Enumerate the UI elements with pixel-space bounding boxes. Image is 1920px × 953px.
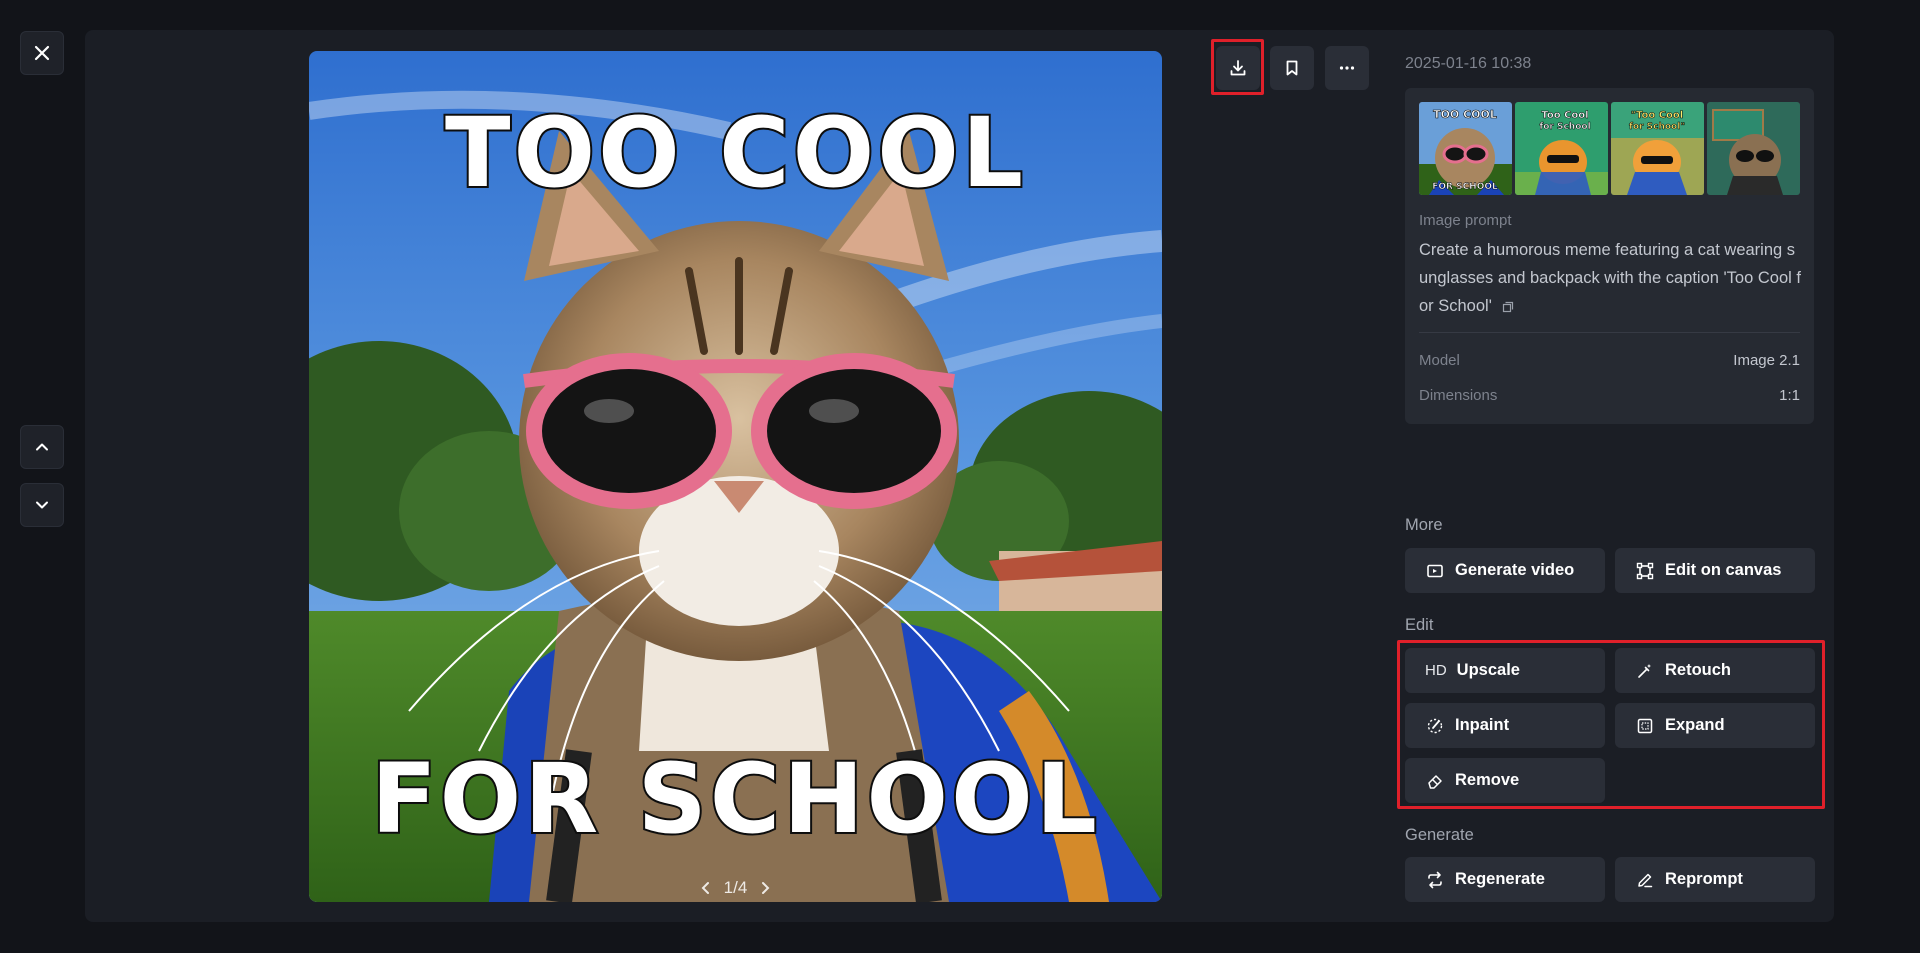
generate-video-label: Generate video <box>1455 561 1575 579</box>
bookmark-icon <box>1286 60 1298 76</box>
edit-section-label: Edit <box>1405 616 1434 634</box>
reprompt-label: Reprompt <box>1665 870 1743 888</box>
thumbnail-4[interactable] <box>1707 102 1800 195</box>
pencil-icon <box>1635 870 1655 890</box>
prompt-text: Create a humorous meme featuring a cat w… <box>1419 236 1802 320</box>
download-icon <box>1230 60 1246 76</box>
generate-section-label: Generate <box>1405 826 1474 844</box>
download-button[interactable] <box>1216 46 1260 90</box>
generate-video-button[interactable]: Generate video <box>1405 548 1605 593</box>
video-plus-icon <box>1425 561 1445 581</box>
thumbnail-3[interactable]: "Too Cool for School" <box>1611 102 1704 195</box>
remove-button[interactable]: Remove <box>1405 758 1605 803</box>
chevron-down-icon <box>36 501 48 509</box>
thumb-3-caption-top: "Too Cool <box>1631 110 1683 121</box>
canvas-icon <box>1635 561 1655 581</box>
main-image: TOO COOL FOR SCHOOL 1/4 <box>309 51 1162 902</box>
chevron-right-icon[interactable] <box>757 880 773 896</box>
chevron-left-icon[interactable] <box>698 880 714 896</box>
brush-icon <box>1425 716 1445 736</box>
close-button[interactable] <box>20 31 64 75</box>
chevron-up-icon <box>36 443 48 451</box>
regenerate-button[interactable]: Regenerate <box>1405 857 1605 902</box>
image-pager: 1/4 <box>309 878 1162 898</box>
eraser-icon <box>1425 771 1445 791</box>
dimensions-value: 1:1 <box>1779 387 1800 404</box>
copy-icon[interactable] <box>1502 301 1514 313</box>
model-row: Model Image 2.1 <box>1419 352 1800 369</box>
thumb-2-caption-top: Too Cool <box>1541 110 1588 121</box>
expand-button[interactable]: Expand <box>1615 703 1815 748</box>
more-options-button[interactable] <box>1325 46 1369 90</box>
thumb-2-caption-bottom: for School <box>1539 122 1590 132</box>
regenerate-label: Regenerate <box>1455 870 1545 888</box>
reprompt-button[interactable]: Reprompt <box>1615 857 1815 902</box>
model-label: Model <box>1419 352 1460 369</box>
thumb-3-caption-bottom: for School" <box>1629 122 1685 132</box>
edit-on-canvas-label: Edit on canvas <box>1665 561 1782 579</box>
more-horizontal-icon <box>1339 66 1355 70</box>
inpaint-label: Inpaint <box>1455 716 1510 734</box>
image-caption-top: TOO COOL <box>443 95 1026 211</box>
close-icon <box>34 45 50 61</box>
remove-label: Remove <box>1455 771 1520 789</box>
upscale-button[interactable]: HD Upscale <box>1405 648 1605 693</box>
inpaint-button[interactable]: Inpaint <box>1405 703 1605 748</box>
magic-wand-icon <box>1635 661 1655 681</box>
dimensions-label: Dimensions <box>1419 387 1498 404</box>
expand-label: Expand <box>1665 716 1725 734</box>
edit-on-canvas-button[interactable]: Edit on canvas <box>1615 548 1815 593</box>
refresh-icon <box>1425 870 1445 890</box>
thumb-1-caption-bottom: FOR SCHOOL <box>1432 182 1498 192</box>
expand-icon <box>1635 716 1655 736</box>
upscale-label: Upscale <box>1456 661 1520 679</box>
pager-count: 1/4 <box>723 878 748 897</box>
card-divider <box>1419 332 1800 333</box>
thumb-1-caption-top: TOO COOL <box>1433 108 1497 121</box>
image-info-card: TOO COOL FOR SCHOOL Too Cool for School <box>1405 88 1814 424</box>
model-value: Image 2.1 <box>1733 352 1800 369</box>
thumbnail-1[interactable]: TOO COOL FOR SCHOOL <box>1419 102 1512 195</box>
thumbnail-strip: TOO COOL FOR SCHOOL Too Cool for School <box>1419 102 1800 195</box>
dimensions-row: Dimensions 1:1 <box>1419 387 1800 404</box>
prompt-label: Image prompt <box>1419 212 1512 229</box>
retouch-button[interactable]: Retouch <box>1615 648 1815 693</box>
bookmark-button[interactable] <box>1270 46 1314 90</box>
prompt-text-content: Create a humorous meme featuring a cat w… <box>1419 241 1801 315</box>
next-image-button[interactable] <box>20 483 64 527</box>
hd-icon: HD <box>1425 662 1447 679</box>
timestamp: 2025-01-16 10:38 <box>1405 55 1532 72</box>
retouch-label: Retouch <box>1665 661 1731 679</box>
previous-image-button[interactable] <box>20 425 64 469</box>
more-section-label: More <box>1405 516 1443 534</box>
image-caption-bottom: FOR SCHOOL <box>369 741 1100 857</box>
thumbnail-2[interactable]: Too Cool for School <box>1515 102 1608 195</box>
